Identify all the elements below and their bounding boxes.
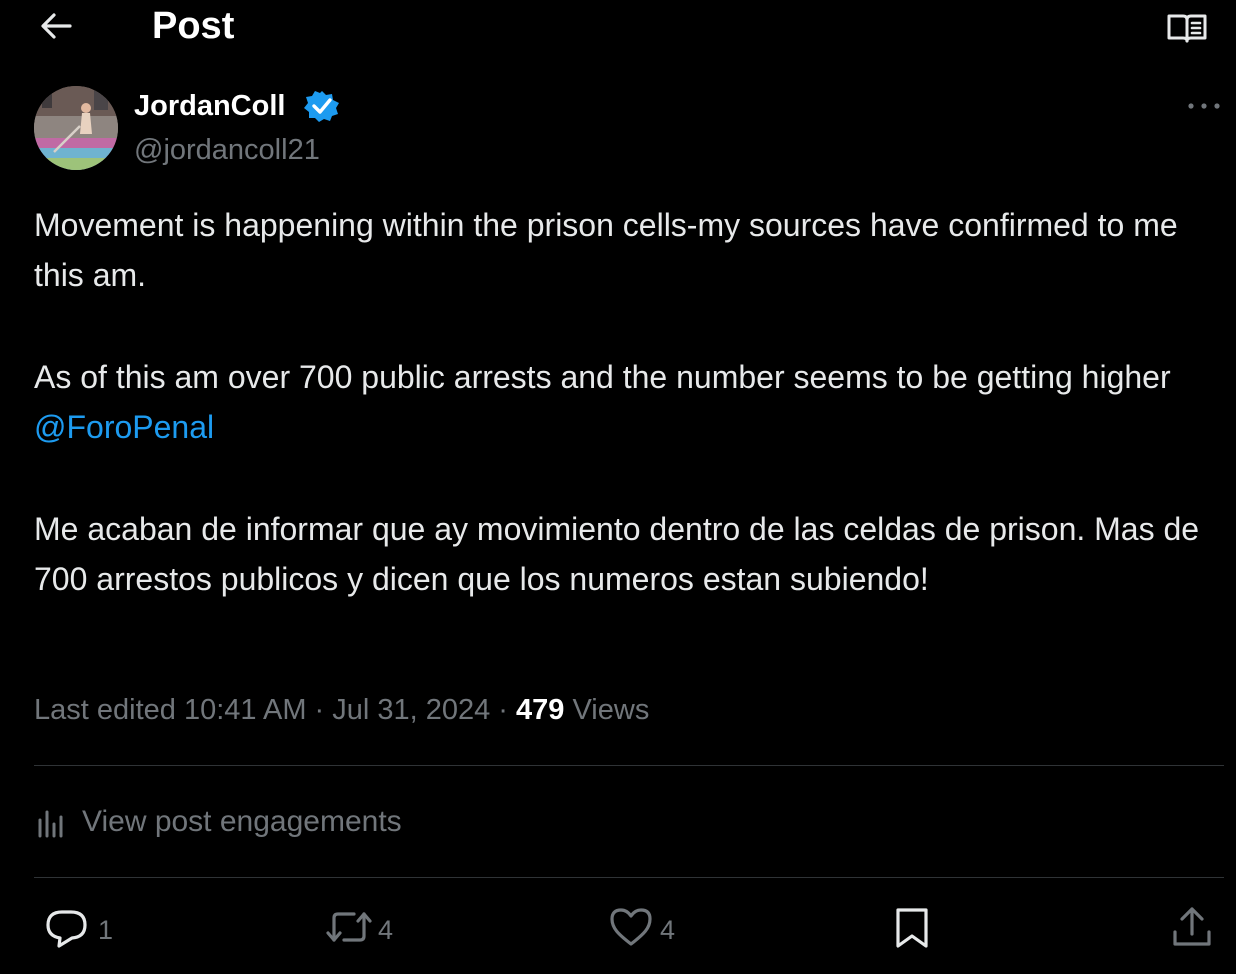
share-button[interactable] [1170,904,1214,952]
post-text-paragraph: Movement is happening within the prison … [34,207,1178,293]
share-icon [1170,904,1214,950]
like-count: 4 [660,915,676,945]
repost-button[interactable]: 4 [324,904,414,952]
reply-count: 1 [98,915,114,945]
arrow-left-icon[interactable] [38,8,74,44]
divider [34,877,1224,878]
view-engagements-label: View post engagements [82,805,402,838]
mention-link[interactable]: @ForoPenal [34,409,214,445]
heart-icon [608,904,654,950]
post-timestamp[interactable]: Last edited 10:41 AM · Jul 31, 2024 · [34,694,508,726]
views-label: Views [572,694,650,726]
like-button[interactable]: 4 [608,904,688,952]
repost-icon [324,904,374,950]
author-handle[interactable]: @jordancoll21 [134,132,320,168]
post-text-paragraph: As of this am over 700 public arrests an… [34,352,1204,452]
bookmark-icon [892,904,932,950]
reader-mode-icon[interactable] [1166,12,1208,44]
reply-button[interactable]: 1 [44,904,124,952]
divider [34,765,1224,766]
post-meta: Last edited 10:41 AM · Jul 31, 2024 · 47… [34,690,649,730]
bookmark-button[interactable] [892,904,932,952]
verified-badge-icon[interactable] [302,90,342,122]
bar-chart-icon [34,808,68,838]
repost-count: 4 [378,915,394,945]
reply-icon [44,904,90,950]
more-horizontal-icon[interactable] [1186,96,1222,116]
views-count: 479 [516,694,565,726]
author-name[interactable]: JordanColl [134,88,285,124]
post-text: As of this am over 700 public arrests an… [34,359,1171,395]
page-title: Post [152,5,235,47]
avatar[interactable] [34,86,118,170]
post-text-paragraph: Me acaban de informar que ay movimiento … [34,511,1200,597]
